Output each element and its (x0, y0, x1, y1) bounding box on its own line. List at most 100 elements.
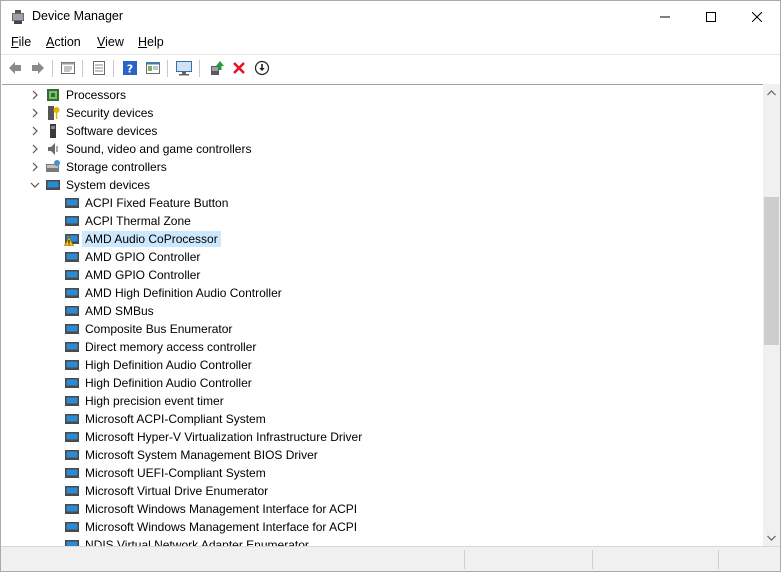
tree-category-label: Security devices (66, 106, 154, 120)
close-button[interactable] (734, 1, 780, 32)
tree-category-storage-controllers[interactable]: Storage controllers (2, 158, 763, 176)
menu-file-rest: ile (18, 35, 32, 49)
menu-action[interactable]: Action (46, 35, 81, 49)
properties-button[interactable] (58, 58, 78, 78)
system-device-row[interactable]: ACPI Fixed Feature Button (2, 194, 763, 212)
system-device-icon (65, 378, 79, 388)
menu-view-accel: V (97, 35, 106, 49)
back-button[interactable] (5, 58, 25, 78)
status-bar (1, 546, 780, 571)
processor-icon (47, 89, 59, 101)
back-icon (9, 62, 21, 74)
forward-button[interactable] (28, 58, 48, 78)
system-device-row[interactable]: Microsoft Windows Management Interface f… (2, 518, 763, 536)
window-title: Device Manager (32, 9, 124, 23)
scrollbar-thumb[interactable] (764, 197, 779, 345)
system-device-row[interactable]: AMD High Definition Audio Controller (2, 284, 763, 302)
toolbar-separator (82, 60, 83, 77)
system-device-label: Microsoft System Management BIOS Driver (85, 448, 318, 462)
chevron-right-icon[interactable] (29, 125, 41, 137)
system-device-icon (65, 522, 79, 532)
system-device-label: High Definition Audio Controller (85, 376, 252, 390)
minimize-button[interactable] (642, 1, 688, 32)
system-device-row[interactable]: High Definition Audio Controller (2, 374, 763, 392)
help-button[interactable]: ? (120, 58, 140, 78)
status-pane-3 (593, 550, 719, 569)
tree-category-security-devices[interactable]: Security devices (2, 104, 763, 122)
vertical-scrollbar[interactable] (763, 84, 780, 546)
toolbar-separator (52, 60, 53, 77)
system-device-row[interactable]: AMD Audio CoProcessor (2, 230, 763, 248)
system-device-label: NDIS Virtual Network Adapter Enumerator (85, 538, 309, 546)
tree-category-software-devices[interactable]: Software devices (2, 122, 763, 140)
system-device-label: Microsoft Hyper-V Virtualization Infrast… (85, 430, 363, 444)
menu-view[interactable]: View (97, 35, 124, 49)
menu-help-accel: H (138, 35, 148, 49)
device-list-button[interactable] (89, 58, 109, 78)
uninstall-icon (233, 62, 245, 74)
chevron-down-icon[interactable] (29, 179, 41, 191)
tree-category-processors[interactable]: Processors (2, 86, 763, 104)
system-device-row[interactable]: NDIS Virtual Network Adapter Enumerator (2, 536, 763, 546)
system-device-row[interactable]: AMD GPIO Controller (2, 266, 763, 284)
system-device-row[interactable]: Direct memory access controller (2, 338, 763, 356)
update-driver-button[interactable] (206, 58, 226, 78)
system-device-row[interactable]: Microsoft Virtual Drive Enumerator (2, 482, 763, 500)
tree-category-system-devices[interactable]: System devices (2, 176, 763, 194)
system-device-row[interactable]: AMD SMBus (2, 302, 763, 320)
scan-hardware-button[interactable] (174, 58, 194, 78)
device-manager-icon (10, 9, 26, 25)
system-device-label: AMD SMBus (85, 304, 154, 318)
system-device-row[interactable]: ACPI Thermal Zone (2, 212, 763, 230)
system-device-row[interactable]: Microsoft ACPI-Compliant System (2, 410, 763, 428)
system-device-label: AMD GPIO Controller (85, 268, 201, 282)
device-tree[interactable]: Processors Security devices Software dev… (2, 84, 763, 546)
minimize-icon (660, 16, 670, 17)
view-resources-button[interactable] (143, 58, 163, 78)
scroll-up-button[interactable] (763, 84, 780, 101)
system-device-row[interactable]: Microsoft Windows Management Interface f… (2, 500, 763, 518)
system-device-label: Microsoft UEFI-Compliant System (85, 466, 266, 480)
system-device-icon (65, 486, 79, 496)
chevron-right-icon[interactable] (29, 143, 41, 155)
tree-category-label: Sound, video and game controllers (66, 142, 252, 156)
system-device-label: Microsoft Windows Management Interface f… (85, 520, 358, 534)
system-device-row[interactable]: High Definition Audio Controller (2, 356, 763, 374)
menu-view-rest: iew (105, 35, 124, 49)
system-device-label: Microsoft Windows Management Interface f… (85, 502, 358, 516)
system-device-icon (65, 252, 79, 262)
chevron-right-icon[interactable] (29, 89, 41, 101)
menu-action-rest: ction (54, 35, 81, 49)
scroll-up-icon (767, 89, 776, 95)
scroll-down-button[interactable] (763, 529, 780, 546)
system-device-icon (65, 288, 79, 298)
system-device-row[interactable]: High precision event timer (2, 392, 763, 410)
system-device-label: AMD GPIO Controller (85, 250, 201, 264)
uninstall-device-button[interactable] (229, 58, 249, 78)
maximize-button[interactable] (688, 1, 734, 32)
disable-device-button[interactable] (252, 58, 272, 78)
system-device-label: AMD High Definition Audio Controller (85, 286, 282, 300)
chevron-right-icon[interactable] (29, 161, 41, 173)
chevron-right-icon[interactable] (29, 107, 41, 119)
system-device-row[interactable]: AMD GPIO Controller (2, 248, 763, 266)
system-device-row[interactable]: Microsoft UEFI-Compliant System (2, 464, 763, 482)
system-device-label: ACPI Fixed Feature Button (85, 196, 229, 210)
system-device-row[interactable]: Microsoft System Management BIOS Driver (2, 446, 763, 464)
system-device-label: High Definition Audio Controller (85, 358, 252, 372)
system-device-icon (65, 450, 79, 460)
forward-icon (32, 62, 44, 74)
system-device-icon (65, 198, 79, 208)
menu-help[interactable]: Help (138, 35, 164, 49)
system-device-row[interactable]: Microsoft Hyper-V Virtualization Infrast… (2, 428, 763, 446)
system-device-row[interactable]: Composite Bus Enumerator (2, 320, 763, 338)
storage-controller-icon (46, 160, 60, 172)
system-device-icon (65, 540, 79, 546)
system-device-icon (65, 270, 79, 280)
tree-category-label: Storage controllers (66, 160, 167, 174)
tree-category-sound-video-game[interactable]: Sound, video and game controllers (2, 140, 763, 158)
close-icon (752, 11, 762, 22)
system-device-icon (65, 360, 79, 370)
title-bar[interactable]: Device Manager (1, 1, 780, 32)
menu-file[interactable]: File (11, 35, 31, 49)
